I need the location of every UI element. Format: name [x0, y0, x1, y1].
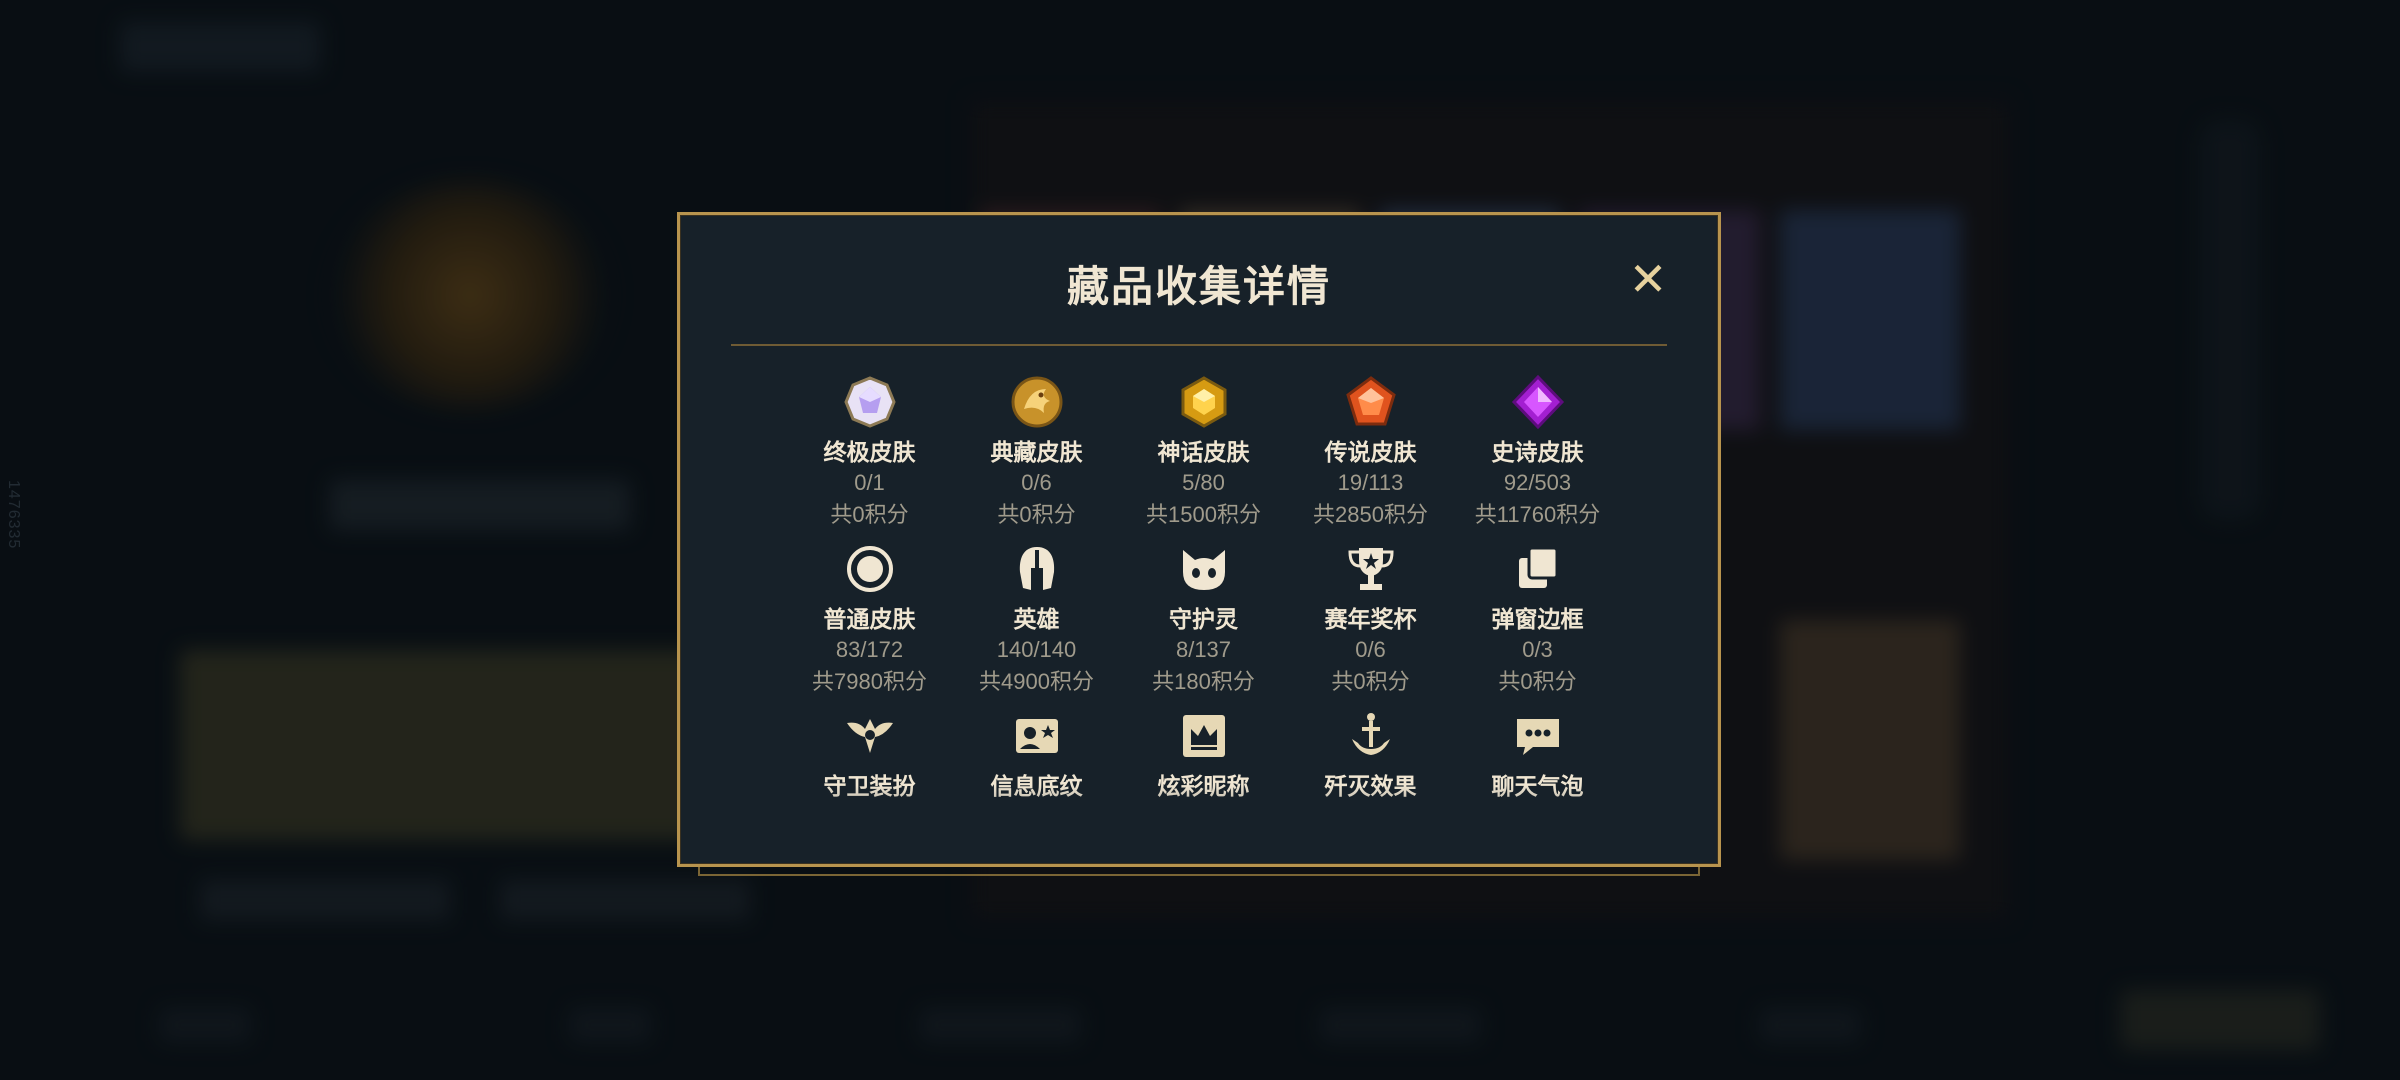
item-label: 终极皮肤 — [823, 439, 916, 465]
item-label: 弹窗边框 — [1491, 606, 1584, 632]
item-count: 0/6 — [1355, 637, 1386, 662]
dragon-emblem-icon — [1011, 376, 1062, 428]
ward-icon — [846, 719, 893, 753]
collection-item-prestige[interactable]: 典藏皮肤 0/6 共0积分 — [953, 375, 1120, 531]
item-label: 信息底纹 — [990, 773, 1083, 799]
item-label: 歼灭效果 — [1324, 773, 1417, 799]
modal-base-trim — [698, 866, 1700, 876]
crown-card-icon — [1182, 715, 1225, 757]
collection-item-kill-effects[interactable]: 歼灭效果 — [1287, 709, 1454, 801]
item-label: 神话皮肤 — [1157, 439, 1250, 465]
item-points: 共0积分 — [1498, 669, 1577, 694]
collection-item-ward-skins[interactable]: 守卫装扮 — [786, 709, 953, 801]
card-banner-icon — [1015, 719, 1058, 753]
item-count: 140/140 — [996, 637, 1077, 662]
item-label: 英雄 — [1013, 606, 1060, 632]
collection-item-classic[interactable]: 普通皮肤 83/172 共7980积分 — [786, 542, 953, 698]
epic-gem-icon — [1511, 375, 1564, 429]
item-label: 守护灵 — [1169, 606, 1238, 632]
item-points: 共0积分 — [830, 502, 909, 527]
item-count: 8/137 — [1175, 637, 1232, 662]
mythic-gem-icon — [1181, 376, 1226, 428]
collection-item-nicknames[interactable]: 炫彩昵称 — [1120, 709, 1287, 801]
item-label: 典藏皮肤 — [990, 439, 1083, 465]
item-count: 0/6 — [1021, 470, 1052, 495]
modal-title: 藏品收集详情 — [1066, 263, 1331, 310]
ultimate-gem-icon — [843, 376, 896, 428]
item-label: 守卫装扮 — [823, 773, 916, 799]
collection-item-frames[interactable]: 弹窗边框 0/3 共0积分 — [1454, 542, 1621, 698]
chat-bubble-icon — [1516, 719, 1559, 755]
collection-item-mythic[interactable]: 神话皮肤 5/80 共1500积分 — [1120, 375, 1287, 531]
item-label: 传说皮肤 — [1324, 439, 1417, 465]
item-count: 0/1 — [854, 470, 885, 495]
item-points: 共180积分 — [1152, 669, 1255, 694]
collection-item-epic[interactable]: 史诗皮肤 92/503 共11760积分 — [1454, 375, 1621, 531]
legendary-gem-icon — [1345, 376, 1396, 426]
title-divider — [731, 344, 1667, 346]
item-label: 聊天气泡 — [1491, 773, 1584, 799]
close-button[interactable]: ✕ — [1626, 256, 1670, 302]
item-count: 5/80 — [1182, 470, 1225, 495]
item-count: 92/503 — [1503, 470, 1572, 495]
item-count: 83/172 — [835, 637, 904, 662]
collection-item-legendary[interactable]: 传说皮肤 19/113 共2850积分 — [1287, 375, 1454, 531]
item-points: 共4900积分 — [979, 669, 1094, 694]
collection-item-chat-bubbles[interactable]: 聊天气泡 — [1454, 709, 1621, 801]
collection-item-banners[interactable]: 信息底纹 — [953, 709, 1120, 801]
collection-item-champions[interactable]: 英雄 140/140 共4900积分 — [953, 542, 1120, 698]
trophy-icon — [1347, 548, 1394, 590]
ring-icon — [846, 546, 893, 592]
item-points: 共7980积分 — [812, 669, 927, 694]
collection-item-guardians[interactable]: 守护灵 8/137 共180积分 — [1120, 542, 1287, 698]
item-label: 赛年奖杯 — [1324, 606, 1417, 632]
guardian-pet-icon — [1182, 550, 1225, 590]
item-points: 共0积分 — [1331, 669, 1410, 694]
collection-grid[interactable]: 终极皮肤 0/1 共0积分 典藏皮肤 0/6 共0积分 神话皮肤 5/80 共1… — [786, 375, 1622, 855]
item-points: 共11760积分 — [1474, 502, 1601, 527]
frames-icon — [1518, 546, 1558, 588]
collection-details-modal: 藏品收集详情 ✕ 终极皮肤 0/1 共0积分 典藏皮肤 0/6 共0积分 神话皮… — [677, 212, 1721, 867]
item-label: 炫彩昵称 — [1157, 773, 1250, 799]
item-count: 0/3 — [1522, 637, 1553, 662]
item-label: 史诗皮肤 — [1491, 439, 1584, 465]
helmet-icon — [1019, 547, 1054, 590]
collection-item-ultimate[interactable]: 终极皮肤 0/1 共0积分 — [786, 375, 953, 531]
item-count: 19/113 — [1337, 470, 1404, 495]
item-points: 共1500积分 — [1146, 502, 1261, 527]
sword-icon — [1351, 713, 1390, 755]
item-points: 共2850积分 — [1313, 502, 1428, 527]
item-points: 共0积分 — [997, 502, 1076, 527]
item-label: 普通皮肤 — [823, 606, 916, 632]
collection-item-trophies[interactable]: 赛年奖杯 0/6 共0积分 — [1287, 542, 1454, 698]
